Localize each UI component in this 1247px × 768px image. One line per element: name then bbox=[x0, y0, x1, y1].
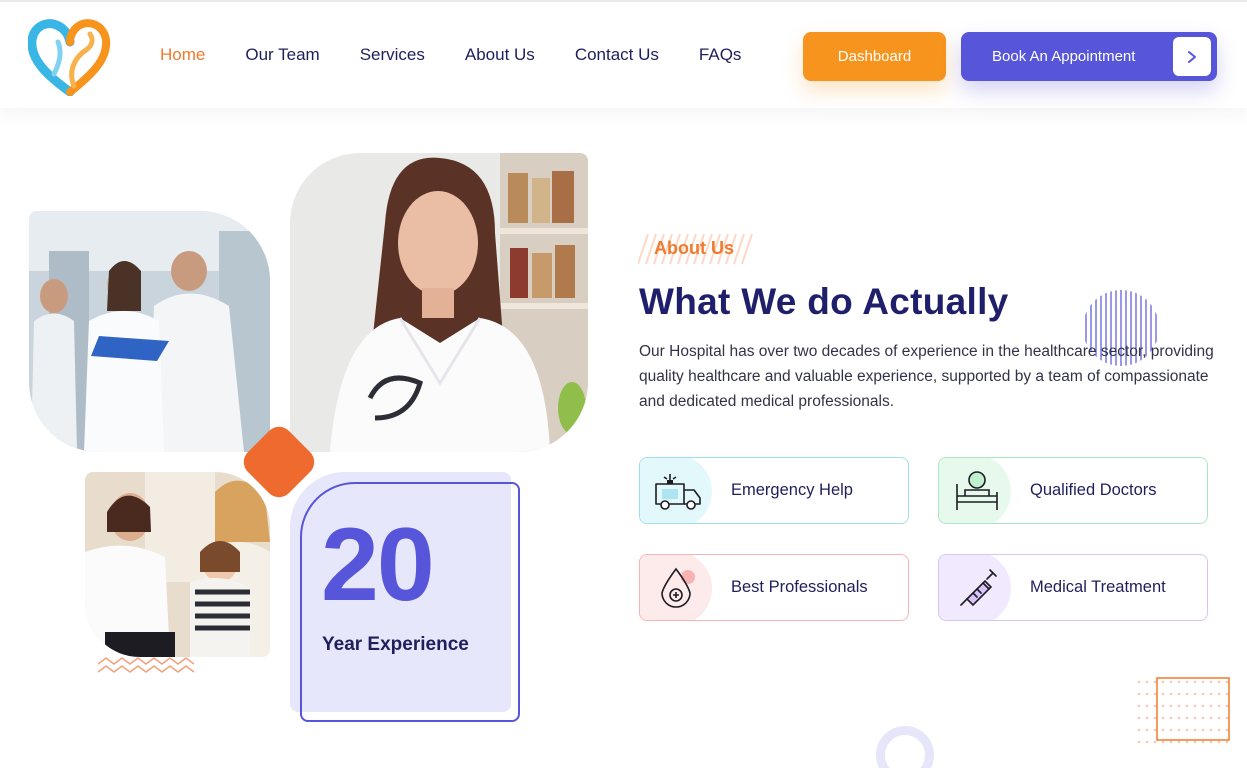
zigzag-decoration bbox=[97, 656, 198, 681]
nav-item-services[interactable]: Services bbox=[360, 45, 425, 65]
feature-card-emergency-help[interactable]: Emergency Help bbox=[639, 457, 909, 524]
nav-item-home[interactable]: Home bbox=[160, 45, 205, 65]
doctors-team-photo bbox=[29, 211, 270, 452]
nav-item-our-team[interactable]: Our Team bbox=[245, 45, 319, 65]
chevron-right-icon bbox=[1173, 37, 1211, 76]
ring-decoration bbox=[876, 726, 934, 768]
experience-number: 20 bbox=[321, 507, 435, 623]
site-header: Home Our Team Services About Us Contact … bbox=[0, 0, 1247, 108]
dot-grid-decoration bbox=[1135, 676, 1235, 761]
feature-label: Qualified Doctors bbox=[1030, 481, 1157, 499]
nav-item-faqs[interactable]: FAQs bbox=[699, 45, 742, 65]
ambulance-icon bbox=[654, 470, 702, 512]
dashboard-button[interactable]: Dashboard bbox=[803, 32, 946, 81]
syringe-icon bbox=[953, 567, 1001, 609]
nav-item-about-us[interactable]: About Us bbox=[465, 45, 535, 65]
logo-heart-icon[interactable] bbox=[27, 16, 112, 97]
pediatric-doctor-photo bbox=[85, 472, 270, 657]
blood-drop-icon bbox=[654, 567, 702, 609]
feature-label: Best Professionals bbox=[731, 578, 868, 596]
book-appointment-button[interactable]: Book An Appointment bbox=[961, 32, 1217, 81]
book-appointment-label: Book An Appointment bbox=[992, 48, 1136, 65]
section-description: Our Hospital has over two decades of exp… bbox=[639, 343, 1214, 410]
feature-label: Emergency Help bbox=[731, 481, 853, 499]
main-nav: Home Our Team Services About Us Contact … bbox=[160, 45, 781, 65]
nav-item-contact-us[interactable]: Contact Us bbox=[575, 45, 659, 65]
female-doctor-photo bbox=[290, 153, 588, 452]
section-tag: About Us bbox=[654, 238, 734, 258]
feature-card-medical-treatment[interactable]: Medical Treatment bbox=[938, 554, 1208, 621]
feature-card-qualified-doctors[interactable]: Qualified Doctors bbox=[938, 457, 1208, 524]
feature-label: Medical Treatment bbox=[1030, 578, 1166, 596]
feature-card-best-professionals[interactable]: Best Professionals bbox=[639, 554, 909, 621]
section-title: What We do Actually bbox=[639, 281, 1009, 322]
patient-bed-icon bbox=[953, 470, 1001, 512]
experience-label: Year Experience bbox=[322, 634, 469, 655]
